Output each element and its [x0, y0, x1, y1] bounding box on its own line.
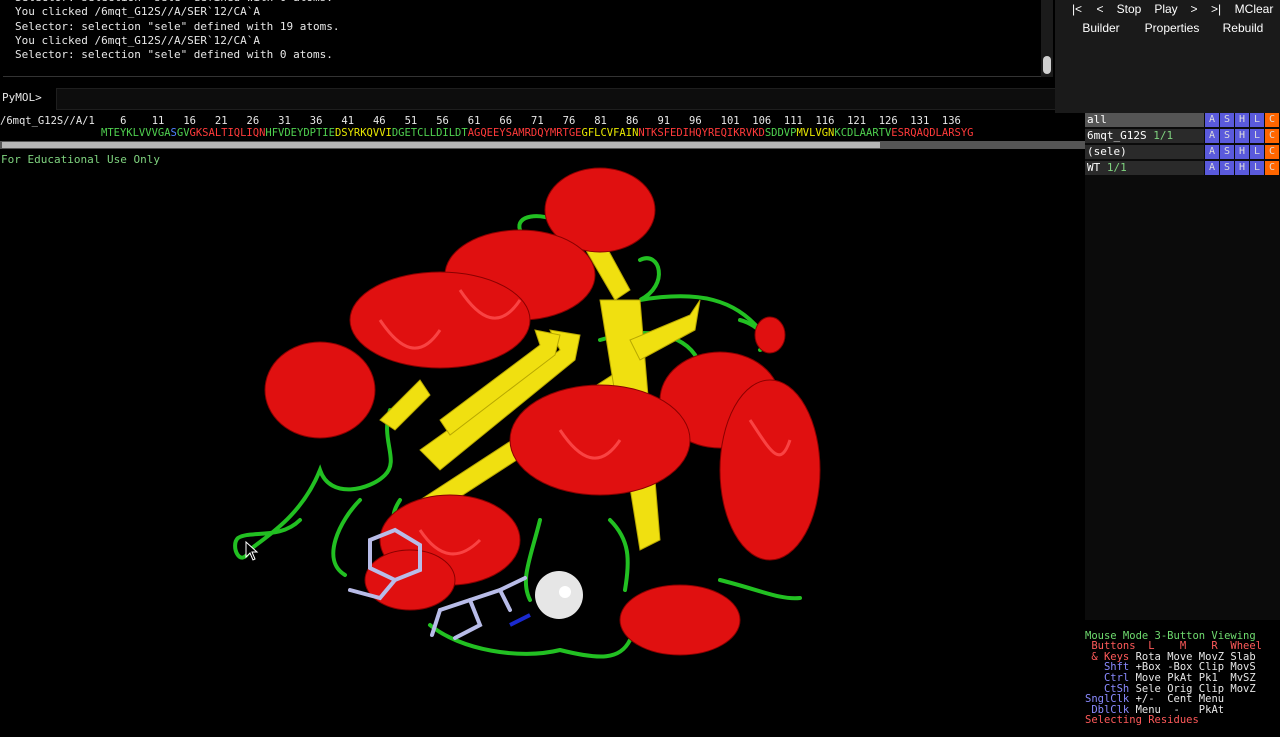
object-h-button[interactable]: H — [1235, 145, 1249, 159]
object-name[interactable]: WT 1/1 — [1085, 161, 1204, 175]
rebuild-button[interactable]: Rebuild — [1217, 21, 1269, 35]
object-name-label: all — [1087, 113, 1107, 126]
forward-button[interactable]: > — [1185, 2, 1203, 16]
object-panel: all A S H L C 6mqt_G12S 1/1 A S H L C (sele) ASHLCW… — [1085, 113, 1280, 623]
control-button-panel: |< < Stop Play > >| MClear Builder Prope… — [1055, 0, 1280, 113]
sequence-segment[interactable]: ESRQAQDLARSYG — [891, 127, 973, 139]
object-s-button[interactable]: S — [1220, 113, 1234, 127]
molecular-viewport[interactable] — [0, 165, 1085, 720]
log-lines: Selector: selection "sele" defined with … — [15, 0, 340, 62]
object-name-label: (sele) — [1087, 145, 1127, 158]
log-scroll-thumb[interactable] — [1043, 56, 1051, 74]
ion-sphere — [535, 571, 583, 619]
object-c-button[interactable]: C — [1265, 145, 1279, 159]
object-h-button[interactable]: H — [1235, 113, 1249, 127]
residue-numbers: 6 11 16 21 26 31 36 41 46 51 56 61 66 71… — [94, 115, 961, 127]
object-row[interactable]: 6mqt_G12S 1/1 A S H L C — [1085, 129, 1280, 144]
mouse-mode-panel[interactable]: Mouse Mode 3-Button Viewing Buttons L M … — [1085, 620, 1280, 725]
sequence-segment[interactable]: DGETCLLDILDT — [392, 127, 468, 139]
object-s-button[interactable]: S — [1220, 129, 1234, 143]
object-c-button[interactable]: C — [1265, 161, 1279, 175]
back-button[interactable]: < — [1090, 2, 1110, 16]
object-name[interactable]: all — [1085, 113, 1204, 127]
log-scrollbar[interactable] — [1041, 0, 1053, 77]
object-l-button[interactable]: L — [1250, 129, 1264, 143]
object-l-button[interactable]: L — [1250, 161, 1264, 175]
end-button[interactable]: >| — [1205, 2, 1227, 16]
object-name-label: WT — [1087, 161, 1101, 174]
object-a-button[interactable]: A — [1205, 129, 1219, 143]
log-panel: Selector: selection "sele" defined with … — [3, 0, 1041, 77]
sequence-scroll-thumb[interactable] — [2, 142, 880, 148]
chain-label: /6mqt_G12S//A/1 — [0, 115, 95, 127]
sequence-segment[interactable]: AGQEEY — [468, 127, 506, 139]
object-a-button[interactable]: A — [1205, 113, 1219, 127]
output-log: Selector: selection "sele" defined with … — [0, 0, 1055, 80]
object-state-count: 1/1 — [1153, 129, 1174, 142]
object-row[interactable]: WT 1/1 A S H L C — [1085, 161, 1280, 176]
object-row[interactable]: (sele) ASHLC — [1085, 145, 1280, 160]
log-line: Selector: selection "sele" defined with … — [15, 19, 340, 33]
object-l-button[interactable]: L — [1250, 113, 1264, 127]
object-s-button[interactable]: S — [1220, 161, 1234, 175]
object-h-button[interactable]: H — [1235, 161, 1249, 175]
object-state-count: 1/1 — [1106, 161, 1127, 174]
sequence-residues[interactable]: MTEYKLVVVGASGVGKSALTIQLIQNHFVDEYDPTIEDSY… — [101, 127, 973, 139]
sequence-segment[interactable]: DSYRKQVVI — [335, 127, 392, 139]
sequence-segment[interactable]: GKSALTIQLIQN — [190, 127, 266, 139]
object-name-label: 6mqt_G12S — [1087, 129, 1147, 142]
object-name[interactable]: 6mqt_G12S 1/1 — [1085, 129, 1204, 143]
sequence-segment[interactable]: MTEYKLVVVGA — [101, 127, 171, 139]
sequence-segment[interactable]: SAMRDQYMRTGE — [506, 127, 582, 139]
sequence-segment[interactable]: KCDLAARTV — [834, 127, 891, 139]
sequence-segment[interactable]: GV — [177, 127, 190, 139]
sequence-segment[interactable]: SDDVP — [765, 127, 797, 139]
command-prompt: PyMOL> — [2, 91, 42, 104]
selecting-mode-label: Selecting Residues — [1085, 714, 1199, 727]
sequence-numbers: /6mqt_G12S//A/1 6 11 16 21 26 31 36 41 4… — [0, 115, 961, 127]
command-line: PyMOL> — [0, 88, 1059, 110]
mclear-button[interactable]: MClear — [1231, 2, 1277, 16]
log-line: You clicked /6mqt_G12S//A/SER`12/CA`A — [15, 5, 261, 19]
sequence-viewer[interactable]: /6mqt_G12S//A/1 6 11 16 21 26 31 36 41 4… — [0, 113, 1085, 155]
ligand-blue-bond — [509, 613, 531, 627]
ion-highlight — [559, 586, 571, 598]
rewind-button[interactable]: |< — [1067, 2, 1087, 16]
properties-button[interactable]: Properties — [1137, 21, 1207, 35]
object-c-button[interactable]: C — [1265, 113, 1279, 127]
object-row[interactable]: all ASHLC — [1085, 113, 1280, 128]
builder-button[interactable]: Builder — [1075, 21, 1127, 35]
sequence-segment[interactable]: HFVDEYDPTIE — [265, 127, 335, 139]
object-c-button[interactable]: C — [1265, 129, 1279, 143]
object-l-button[interactable]: L — [1250, 145, 1264, 159]
stop-button[interactable]: Stop — [1113, 2, 1145, 16]
object-s-button[interactable]: S — [1220, 145, 1234, 159]
object-h-button[interactable]: H — [1235, 129, 1249, 143]
log-line: You clicked /6mqt_G12S//A/SER`12/CA`A — [15, 33, 261, 47]
log-line: Selector: selection "sele" defined with … — [15, 48, 333, 62]
object-a-button[interactable]: A — [1205, 161, 1219, 175]
sequence-scrollbar[interactable] — [0, 141, 1085, 149]
command-input[interactable] — [56, 88, 1059, 110]
object-a-button[interactable]: A — [1205, 145, 1219, 159]
sequence-segment[interactable]: NTKSFEDIHQYREQIKRVKD — [638, 127, 764, 139]
sequence-segment[interactable]: MVLVGN — [796, 127, 834, 139]
play-button[interactable]: Play — [1148, 2, 1184, 16]
object-name[interactable]: (sele) — [1085, 145, 1204, 159]
sequence-segment[interactable]: GFLCVFAIN — [582, 127, 639, 139]
